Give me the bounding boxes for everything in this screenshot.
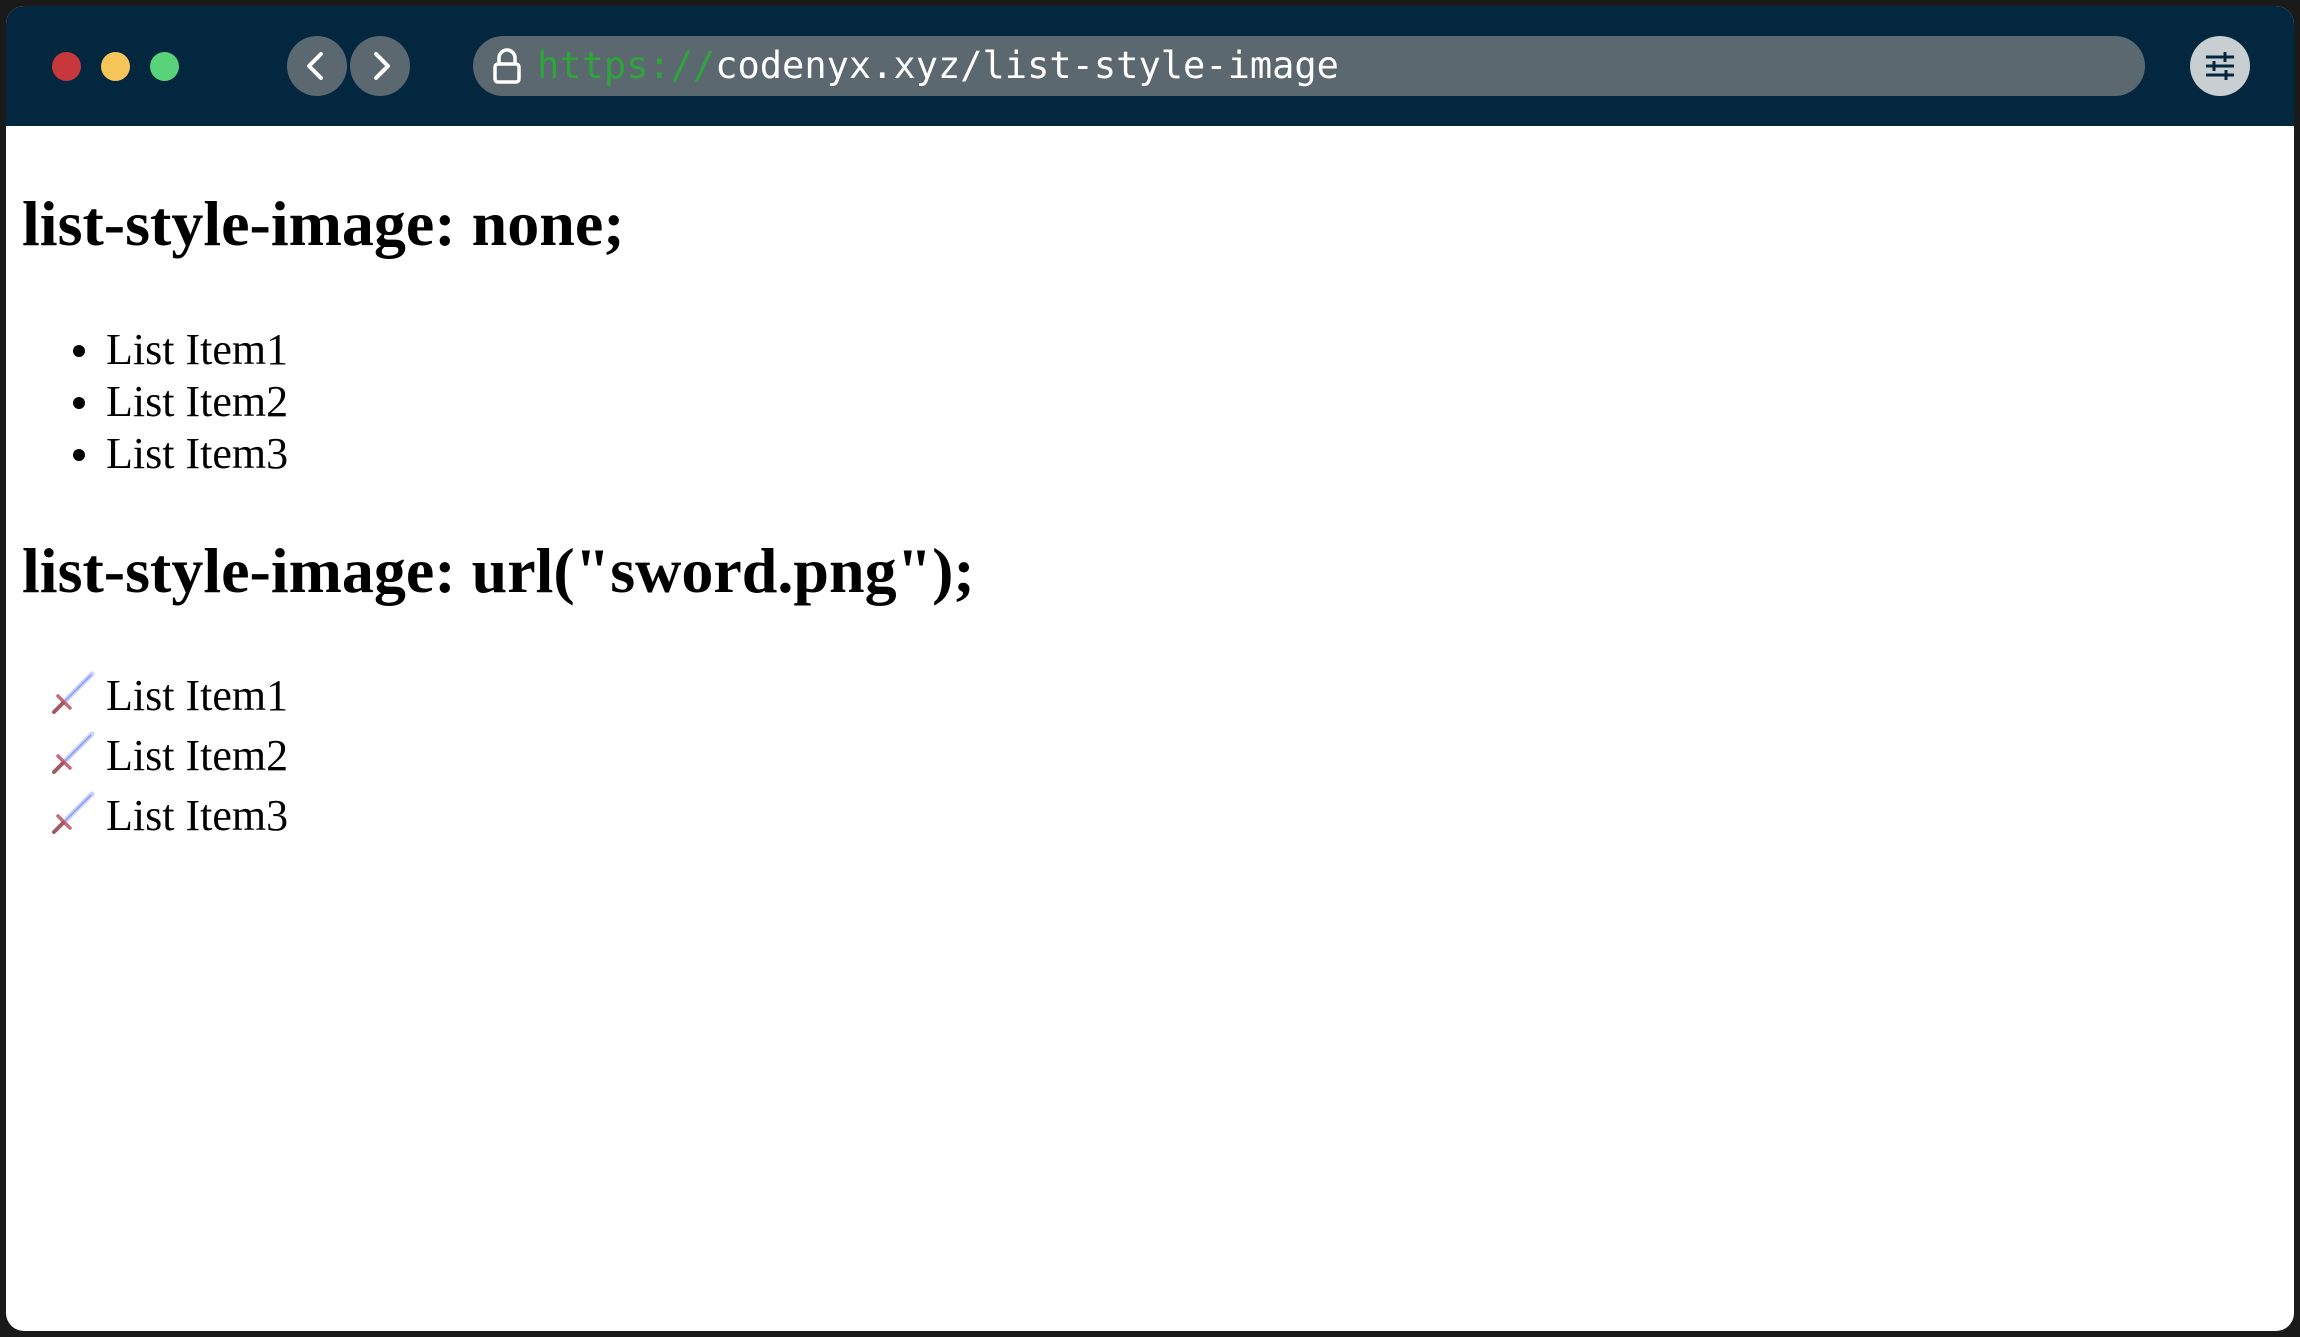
forward-button[interactable] bbox=[350, 36, 410, 96]
sliders-icon bbox=[2206, 52, 2234, 80]
url-host-path: codenyx.xyz/list-style-image bbox=[715, 44, 1339, 87]
url-text: https://codenyx.xyz/list-style-image bbox=[537, 36, 1339, 96]
list-item-label: List Item3 bbox=[106, 791, 289, 840]
list-item-label: List Item2 bbox=[106, 731, 289, 780]
close-window-button[interactable] bbox=[52, 52, 81, 81]
address-bar[interactable]: https://codenyx.xyz/list-style-image bbox=[473, 36, 2145, 96]
settings-button[interactable] bbox=[2190, 36, 2250, 96]
sword-icon bbox=[52, 791, 95, 834]
chevron-right-icon bbox=[374, 52, 390, 80]
bullet-icon bbox=[73, 397, 85, 409]
back-button[interactable] bbox=[287, 36, 347, 96]
heading-list-style-sword: list-style-image: url("sword.png"); bbox=[22, 535, 975, 606]
bullet-icon bbox=[73, 345, 85, 357]
browser-titlebar: https://codenyx.xyz/list-style-image bbox=[6, 6, 2294, 126]
list-item-label: List Item1 bbox=[106, 325, 289, 374]
chevron-left-icon bbox=[307, 52, 323, 80]
list-item-label: List Item1 bbox=[106, 671, 289, 720]
url-scheme: https:// bbox=[537, 44, 716, 87]
maximize-window-button[interactable] bbox=[150, 52, 179, 81]
sword-icon bbox=[52, 671, 95, 714]
list-item-label: List Item2 bbox=[106, 377, 289, 426]
minimize-window-button[interactable] bbox=[101, 52, 130, 81]
sword-icon bbox=[52, 731, 95, 774]
page-content: list-style-image: none; List Item1 List … bbox=[6, 126, 2294, 1331]
browser-window: https://codenyx.xyz/list-style-image lis… bbox=[6, 6, 2294, 1331]
lock-icon bbox=[493, 48, 521, 84]
heading-list-style-none: list-style-image: none; bbox=[22, 188, 625, 259]
list-item-label: List Item3 bbox=[106, 429, 289, 478]
bullet-icon bbox=[73, 449, 85, 461]
